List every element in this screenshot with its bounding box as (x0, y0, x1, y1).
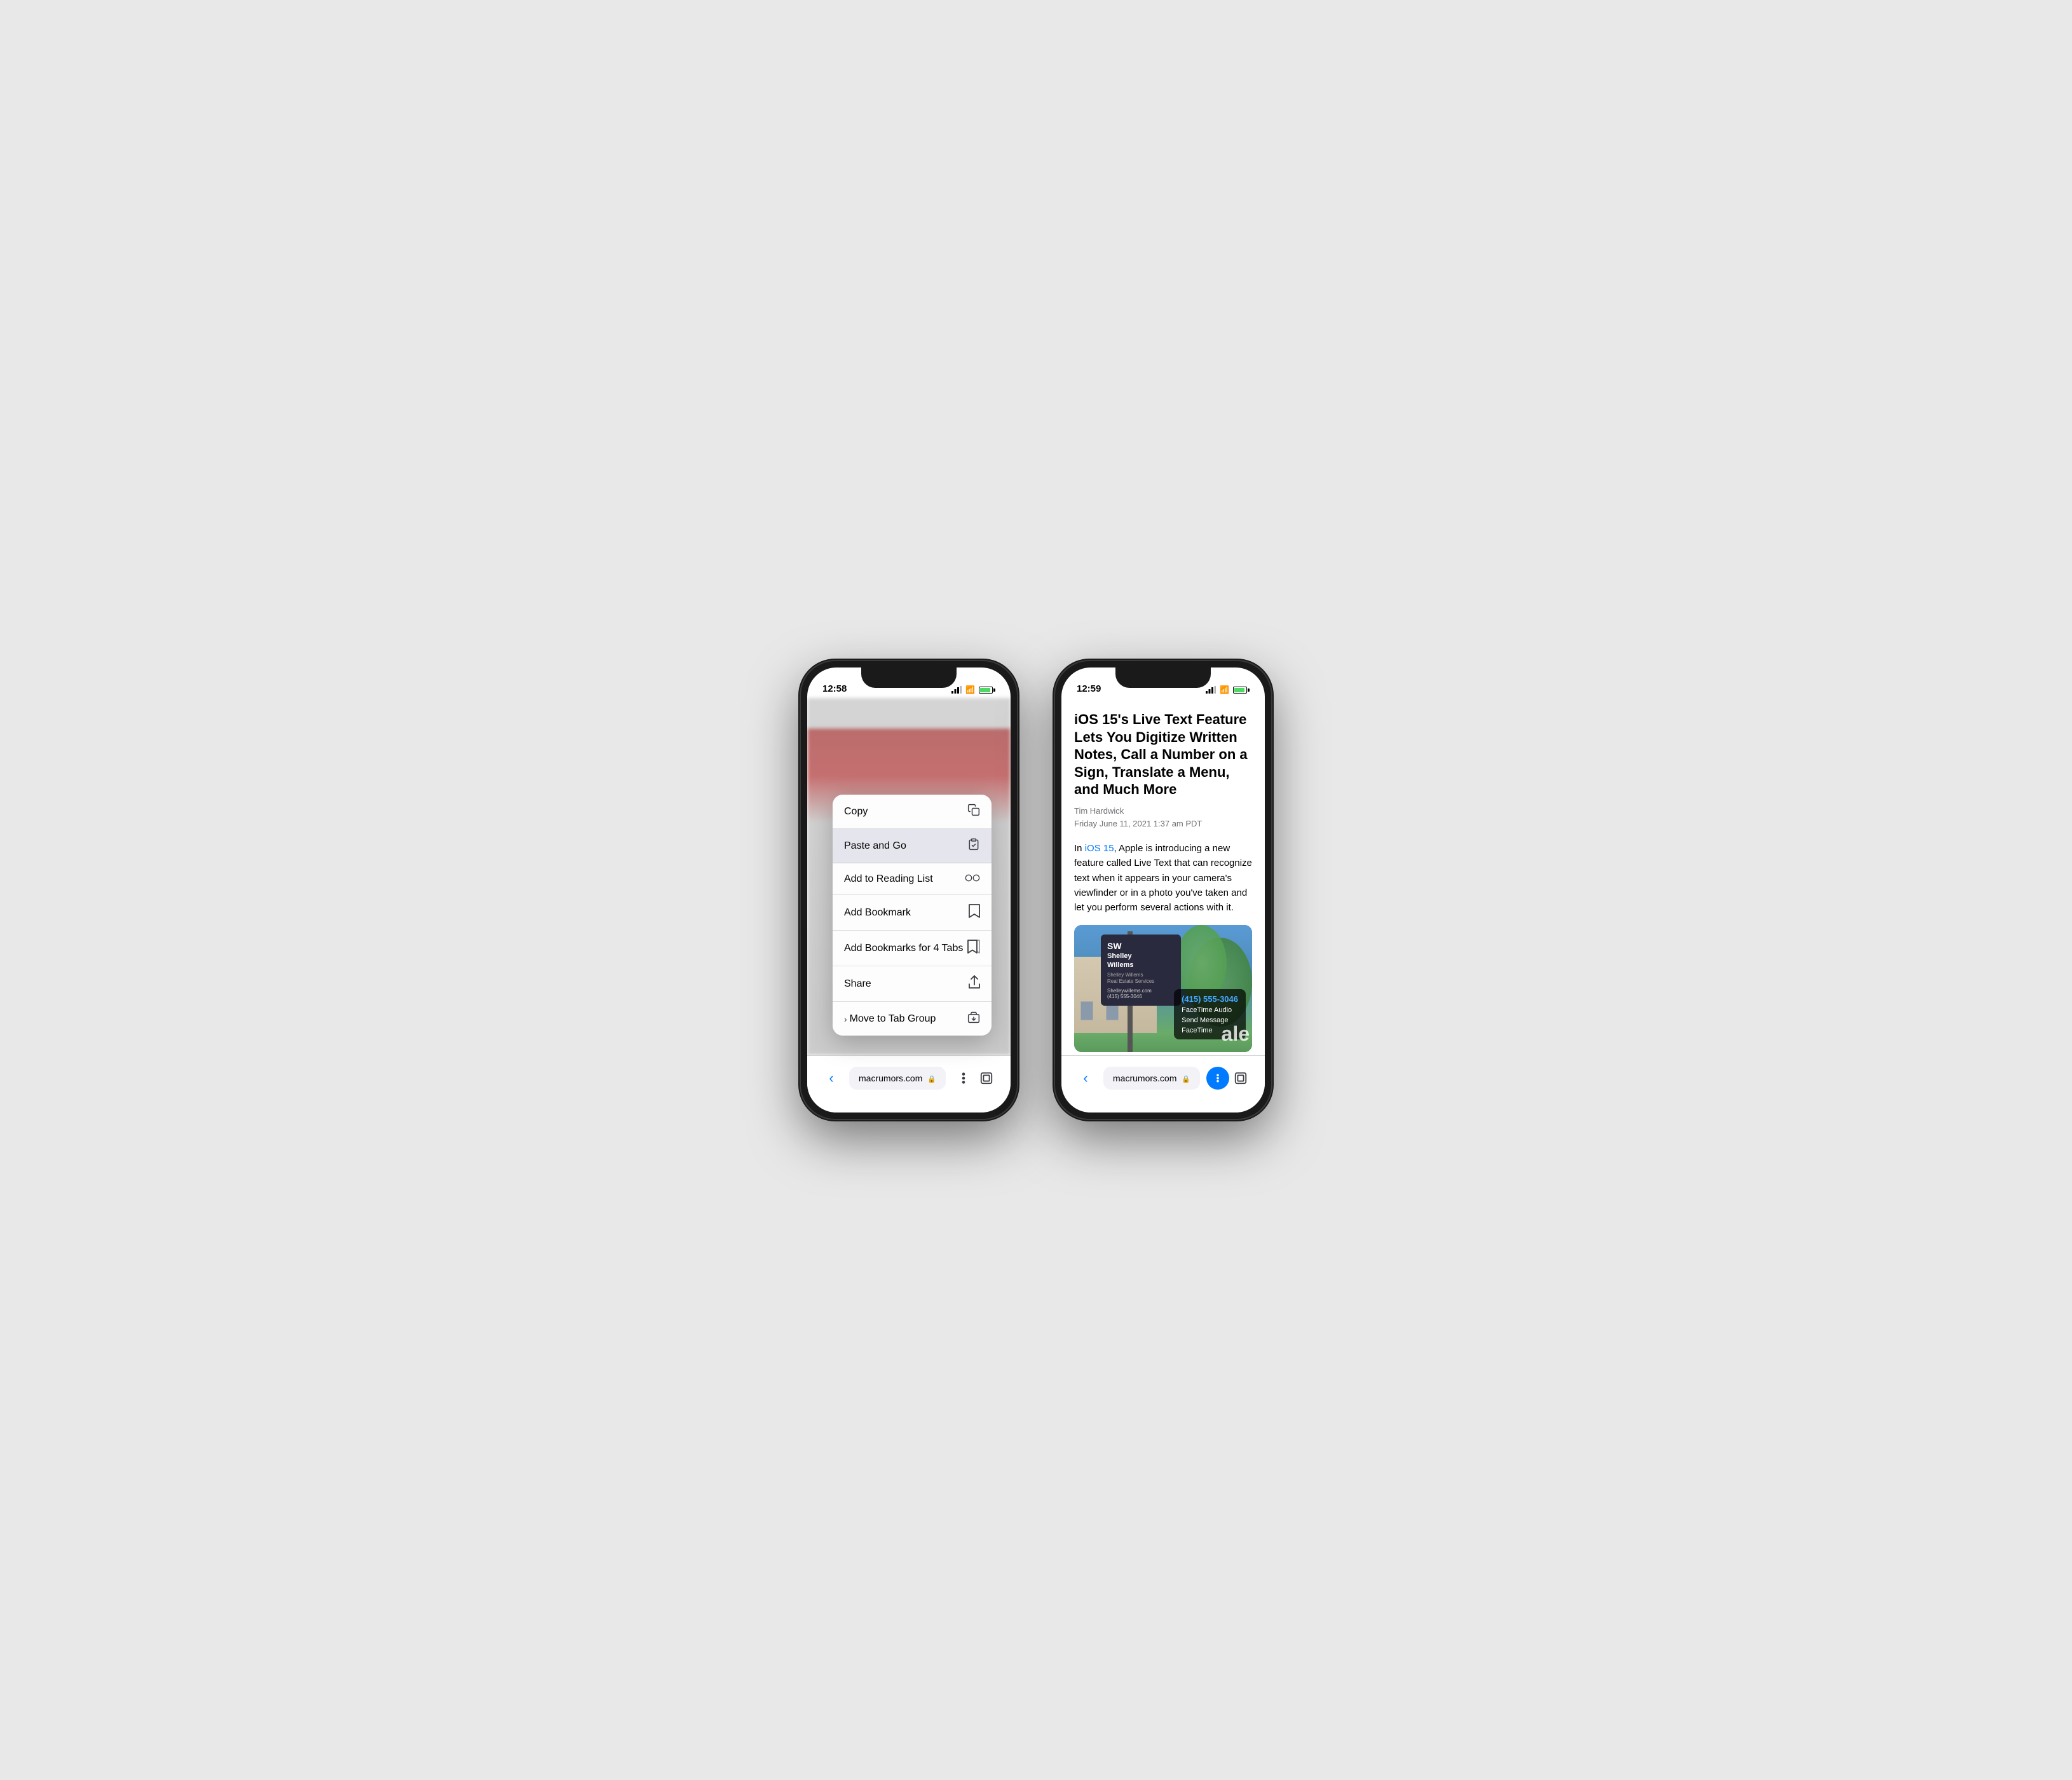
url-text-right: macrumors.com 🔒 (1112, 1073, 1191, 1083)
sale-text-partial: ale (1219, 1022, 1252, 1046)
menu-item-paste-go[interactable]: Paste and Go (833, 829, 992, 863)
tabs-button-right[interactable] (1229, 1067, 1252, 1090)
share-icon (969, 975, 980, 992)
article-content: iOS 15's Live Text Feature Lets You Digi… (1061, 698, 1265, 1055)
signal-icon (951, 686, 962, 694)
menu-item-copy[interactable]: Copy (833, 795, 992, 829)
wifi-icon-right: 📶 (1220, 685, 1229, 694)
sign-board: SW ShelleyWillems Shelley WillemsReal Es… (1101, 934, 1181, 1005)
sign-contact: Shelleywillems.com (415) 555-3046 (1107, 988, 1175, 999)
sign-scene: SW ShelleyWillems Shelley WillemsReal Es… (1074, 925, 1252, 1052)
paste-go-icon (967, 838, 980, 854)
time-left: 12:58 (822, 683, 847, 694)
menu-item-reading-list[interactable]: Add to Reading List (833, 863, 992, 895)
live-text-option-1[interactable]: FaceTime Audio (1182, 1006, 1238, 1014)
menu-item-share[interactable]: Share (833, 966, 992, 1002)
arrow-prefix: › (844, 1014, 847, 1024)
left-phone-screen: 12:58 📶 (807, 668, 1011, 1112)
live-text-number: (415) 555-3046 (1182, 994, 1238, 1004)
menu-item-add-bookmark[interactable]: Add Bookmark (833, 895, 992, 931)
article-author: Tim Hardwick (1074, 805, 1252, 818)
battery-icon-right (1233, 687, 1250, 694)
phones-container: 12:58 📶 (801, 661, 1271, 1119)
menu-item-move-tab-group[interactable]: › Move to Tab Group (833, 1002, 992, 1036)
article-date: Friday June 11, 2021 1:37 am PDT (1074, 818, 1252, 831)
more-button-right[interactable] (1206, 1067, 1229, 1090)
back-button-left[interactable]: ‹ (820, 1067, 843, 1090)
status-icons-right: 📶 (1206, 685, 1250, 694)
sign-sub: Shelley WillemsReal Estate Services (1107, 972, 1175, 985)
article-image: SW ShelleyWillems Shelley WillemsReal Es… (1074, 925, 1252, 1052)
phone-number: (415) 555-3046 (1107, 994, 1142, 999)
copy-icon (967, 804, 980, 819)
lock-icon-right: 🔒 (1182, 1076, 1190, 1083)
tabs-button-left[interactable] (975, 1067, 998, 1090)
article-title: iOS 15's Live Text Feature Lets You Digi… (1074, 711, 1252, 798)
sign-sw: SW (1107, 941, 1175, 951)
left-phone: 12:58 📶 (801, 661, 1017, 1119)
reading-list-icon (965, 872, 980, 886)
ios15-link[interactable]: iOS 15 (1085, 843, 1114, 854)
tab-group-icon (967, 1011, 980, 1027)
url-text-left: macrumors.com 🔒 (858, 1073, 937, 1083)
back-button-right[interactable]: ‹ (1074, 1067, 1097, 1090)
menu-item-add-bookmarks-tabs[interactable]: Add Bookmarks for 4 Tabs (833, 931, 992, 966)
article-meta: Tim Hardwick Friday June 11, 2021 1:37 a… (1074, 805, 1252, 832)
signal-icon-right (1206, 686, 1216, 694)
bottom-bar-left: ‹ macrumors.com 🔒 (807, 1055, 1011, 1112)
context-menu: Copy Paste and Go (833, 795, 992, 1036)
url-bar-right[interactable]: macrumors.com 🔒 (1103, 1067, 1200, 1090)
bookmark-tabs-icon (967, 940, 980, 957)
bookmark-icon (969, 904, 980, 921)
wifi-icon: 📶 (965, 685, 975, 694)
right-phone-screen: 12:59 📶 (1061, 668, 1265, 1112)
url-bar-left[interactable]: macrumors.com 🔒 (849, 1067, 946, 1090)
status-icons-left: 📶 (951, 685, 995, 694)
article-body: In iOS 15, Apple is introducing a new fe… (1074, 841, 1252, 915)
more-button-left[interactable] (952, 1067, 975, 1090)
bottom-bar-right: ‹ macrumors.com 🔒 (1061, 1055, 1265, 1112)
notch-right (1115, 668, 1211, 688)
time-right: 12:59 (1077, 683, 1101, 694)
right-phone: 12:59 📶 (1055, 661, 1271, 1119)
sign-name: ShelleyWillems (1107, 952, 1175, 969)
notch-left (861, 668, 957, 688)
lock-icon-left: 🔒 (927, 1076, 936, 1083)
battery-icon (979, 687, 995, 694)
